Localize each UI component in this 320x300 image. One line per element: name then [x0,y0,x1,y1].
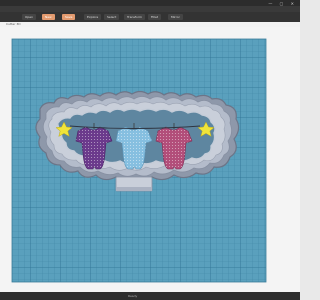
new-button[interactable]: New [42,14,55,20]
status-bar: Ready [0,292,300,300]
fillet-button[interactable]: Fillet [148,14,162,20]
mirror-button[interactable]: Mirror [168,14,183,20]
viewport-canvas[interactable] [0,27,300,292]
select-button[interactable]: Select [104,14,120,20]
save-button[interactable]: Save [62,14,76,20]
open-button[interactable]: Open [22,14,37,20]
3d-viewport[interactable] [0,27,300,292]
explore-button[interactable]: Explore [84,14,102,20]
transform-button[interactable]: Transform [124,14,145,20]
status-text: Ready [128,294,138,298]
